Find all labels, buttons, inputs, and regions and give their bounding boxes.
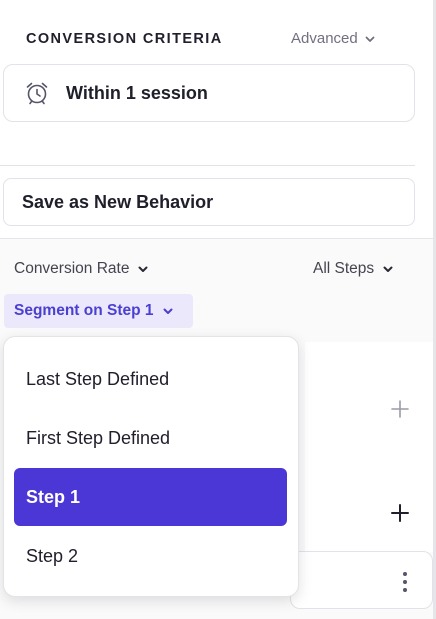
add-icon[interactable]	[390, 399, 410, 419]
menu-item-last-step-defined[interactable]: Last Step Defined	[14, 350, 287, 408]
alarm-clock-icon	[26, 82, 48, 105]
all-steps-dropdown[interactable]: All Steps	[313, 260, 394, 278]
conversion-criteria-title: CONVERSION CRITERIA	[26, 31, 223, 47]
advanced-dropdown[interactable]: Advanced	[291, 30, 376, 47]
conversion-window-selector[interactable]: Within 1 session	[3, 64, 415, 122]
menu-item-step-1[interactable]: Step 1	[14, 468, 287, 526]
chevron-down-icon	[383, 266, 393, 272]
chevron-down-icon	[365, 36, 375, 42]
segment-label: Segment on Step 1	[14, 302, 154, 319]
more-options-icon[interactable]	[398, 571, 412, 593]
conversion-rate-dropdown[interactable]: Conversion Rate	[14, 260, 149, 278]
chevron-down-icon	[163, 308, 173, 314]
background-card	[305, 342, 433, 552]
segment-on-step-dropdown[interactable]: Segment on Step 1	[4, 294, 193, 328]
menu-item-step-2[interactable]: Step 2	[14, 527, 287, 585]
menu-item-first-step-defined[interactable]: First Step Defined	[14, 409, 287, 467]
segment-step-menu: Last Step Defined First Step Defined Ste…	[3, 336, 299, 597]
session-window-label: Within 1 session	[66, 82, 208, 103]
conversion-rate-label: Conversion Rate	[14, 260, 130, 277]
advanced-label: Advanced	[291, 30, 358, 47]
section-divider	[0, 165, 415, 166]
chevron-down-icon	[138, 266, 148, 272]
add-icon[interactable]	[390, 503, 410, 523]
save-as-new-behavior-button[interactable]: Save as New Behavior	[3, 178, 415, 226]
all-steps-label: All Steps	[313, 260, 375, 277]
